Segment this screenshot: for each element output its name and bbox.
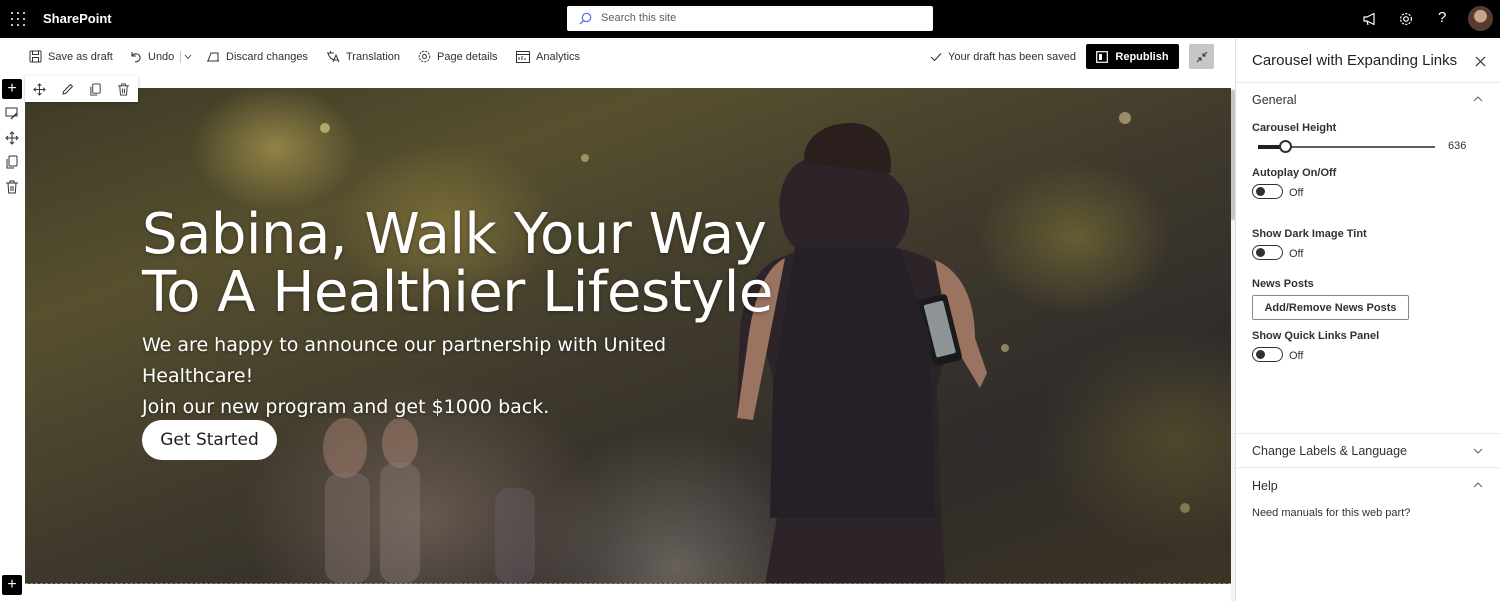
carousel-hero[interactable]: Sabina, Walk Your Way To A Healthier Lif… (25, 88, 1231, 584)
hero-subtitle: We are happy to announce our partnership… (142, 330, 782, 423)
dark-tint-toggle[interactable] (1252, 245, 1283, 260)
group-help-header[interactable]: Help (1252, 479, 1278, 493)
discard-changes-button[interactable]: Discard changes (206, 38, 308, 75)
add-remove-news-posts-button[interactable]: Add/Remove News Posts (1252, 295, 1409, 320)
save-status: Your draft has been saved (930, 38, 1076, 75)
translation-button[interactable]: Translation (326, 38, 400, 75)
webpart-delete-button[interactable] (109, 82, 137, 96)
republish-icon (1096, 50, 1109, 63)
section-settings-icon[interactable] (5, 107, 19, 120)
carousel-height-label: Carousel Height (1252, 122, 1337, 134)
search-icon (579, 12, 592, 25)
waffle-icon[interactable] (11, 12, 25, 26)
discard-icon (207, 52, 219, 62)
carousel-height-value: 636 (1448, 140, 1467, 152)
divider (1236, 82, 1500, 83)
save-as-draft-label: Save as draft (48, 50, 113, 63)
save-as-draft-button[interactable]: Save as draft (29, 38, 113, 75)
webpart-move-button[interactable] (25, 82, 53, 96)
save-icon (29, 50, 42, 63)
gear-icon[interactable] (1398, 11, 1414, 27)
republish-button[interactable]: Republish (1086, 44, 1179, 69)
news-posts-label: News Posts (1252, 278, 1314, 290)
help-icon[interactable]: ? (1438, 9, 1446, 26)
search-input[interactable]: Search this site (567, 6, 933, 31)
add-section-bottom-button[interactable]: + (2, 575, 22, 595)
page-details-button[interactable]: Page details (418, 38, 498, 75)
hero-title-line-1: Sabina, Walk Your Way (142, 202, 767, 267)
collapse-icon (1196, 51, 1207, 62)
webpart-edit-button[interactable] (53, 83, 81, 96)
webpart-duplicate-button[interactable] (81, 82, 109, 96)
quick-links-label: Show Quick Links Panel (1252, 330, 1380, 342)
autoplay-label: Autoplay On/Off (1252, 167, 1337, 179)
autoplay-state: Off (1289, 187, 1304, 199)
close-icon[interactable] (1475, 56, 1486, 67)
edit-icon (61, 83, 73, 95)
translation-icon (327, 51, 340, 63)
divider (1236, 467, 1500, 468)
divider (180, 51, 181, 63)
save-status-text: Your draft has been saved (948, 50, 1077, 63)
undo-icon (131, 52, 141, 63)
chevron-up-icon[interactable] (1473, 96, 1483, 102)
undo-button[interactable]: Undo (129, 38, 174, 75)
checkmark-icon (930, 52, 942, 61)
duplicate-icon[interactable] (5, 155, 19, 169)
discard-changes-label: Discard changes (226, 50, 308, 63)
app-name[interactable]: SharePoint (43, 11, 112, 26)
page-details-label: Page details (437, 50, 498, 63)
suite-bar: SharePoint Search this site ? (0, 0, 1500, 38)
analytics-button[interactable]: Analytics (516, 38, 580, 75)
move-icon[interactable] (5, 131, 19, 145)
delete-icon[interactable] (5, 180, 19, 194)
dark-tint-state: Off (1289, 248, 1304, 260)
move-icon (32, 82, 46, 96)
group-change-labels-header[interactable]: Change Labels & Language (1252, 444, 1407, 458)
collapse-button[interactable] (1189, 44, 1214, 69)
delete-icon (117, 82, 129, 96)
chevron-down-icon[interactable] (1473, 448, 1483, 454)
autoplay-toggle[interactable] (1252, 184, 1283, 199)
hero-title-line-2: To A Healthier Lifestyle (142, 260, 773, 325)
command-bar: Save as draft Undo Discard changes Trans… (0, 38, 1235, 75)
property-pane: Carousel with Expanding Links General Ca… (1235, 38, 1500, 601)
divider (1236, 433, 1500, 434)
page-details-icon (418, 50, 431, 63)
group-general-header[interactable]: General (1252, 93, 1296, 107)
analytics-label: Analytics (536, 50, 581, 63)
get-started-button[interactable]: Get Started (142, 420, 277, 460)
help-text: Need manuals for this web part? (1252, 507, 1411, 519)
republish-label: Republish (1115, 50, 1169, 63)
chevron-up-icon[interactable] (1473, 482, 1483, 488)
add-section-button[interactable]: + (2, 79, 22, 99)
undo-label: Undo (148, 50, 175, 63)
hero-subtitle-line-2: Join our new program and get $1000 back. (142, 396, 550, 418)
search-placeholder: Search this site (601, 12, 677, 24)
analytics-icon (516, 50, 530, 63)
carousel-height-slider-thumb[interactable] (1279, 140, 1292, 153)
quick-links-toggle[interactable] (1252, 347, 1283, 362)
duplicate-icon (89, 82, 101, 96)
chevron-down-icon[interactable] (184, 54, 192, 60)
hero-title: Sabina, Walk Your Way To A Healthier Lif… (142, 206, 822, 322)
dark-tint-label: Show Dark Image Tint (1252, 228, 1367, 240)
quick-links-state: Off (1289, 350, 1304, 362)
webpart-toolbar (25, 76, 138, 102)
hero-subtitle-line-1: We are happy to announce our partnership… (142, 334, 667, 387)
megaphone-icon[interactable] (1362, 11, 1378, 27)
pane-title: Carousel with Expanding Links (1252, 52, 1458, 69)
translation-label: Translation (346, 50, 401, 63)
avatar[interactable] (1468, 6, 1493, 31)
